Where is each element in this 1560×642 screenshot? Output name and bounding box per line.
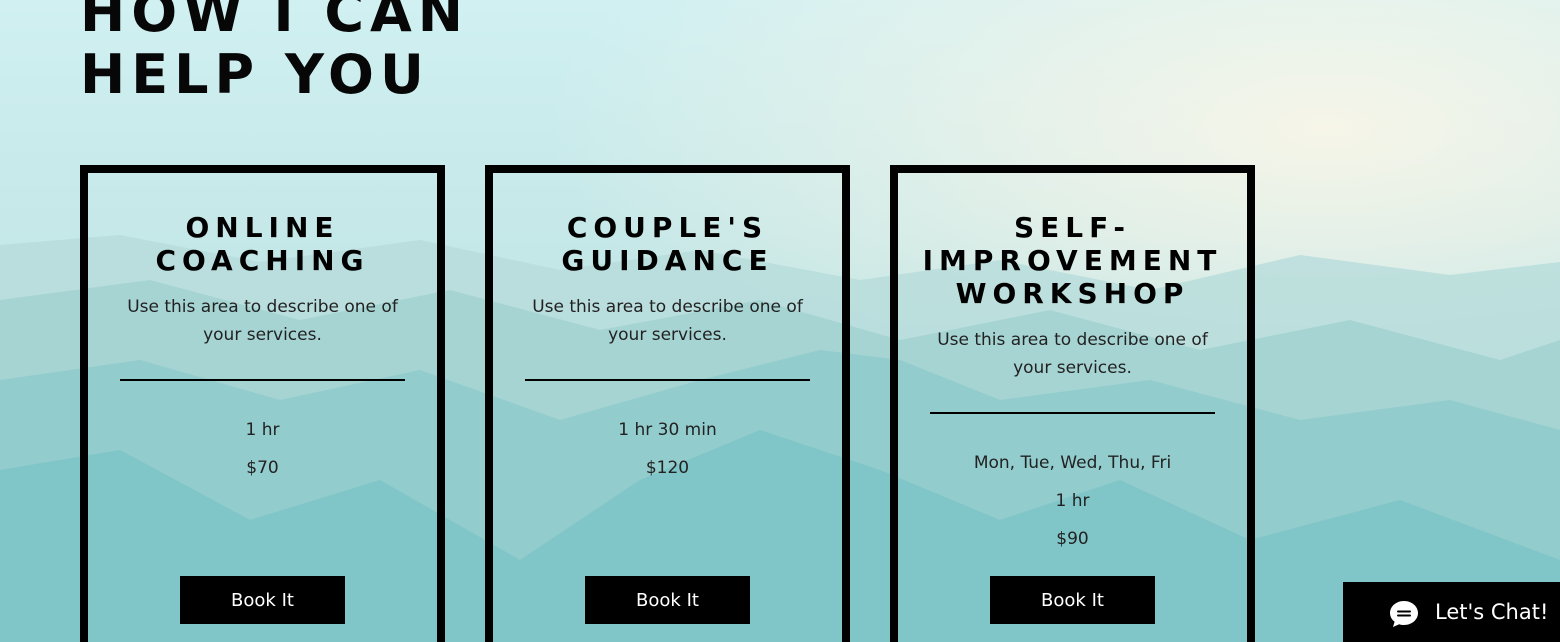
divider <box>930 412 1215 414</box>
service-duration: 1 hr <box>245 420 280 440</box>
book-it-button[interactable]: Book It <box>990 576 1155 624</box>
service-price: $90 <box>1056 529 1089 549</box>
divider <box>525 379 810 381</box>
service-card-couples-guidance: COUPLE'S GUIDANCE Use this area to descr… <box>485 165 850 642</box>
service-card-online-coaching: ONLINE COACHING Use this area to describ… <box>80 165 445 642</box>
service-description: Use this area to describe one of your se… <box>937 330 1208 378</box>
service-info: 1 hr 30 min $120 <box>618 411 716 487</box>
service-duration: 1 hr <box>1055 491 1090 511</box>
service-price: $120 <box>645 458 690 478</box>
heading-line-2: HELP YOU <box>80 43 430 106</box>
chat-label: Let's Chat! <box>1435 600 1549 624</box>
divider <box>120 379 405 381</box>
lets-chat-button[interactable]: Let's Chat! <box>1343 582 1560 642</box>
service-title: SELF-IMPROVEMENT WORKSHOP <box>922 211 1223 310</box>
service-price: $70 <box>246 458 279 478</box>
service-title: ONLINE COACHING <box>155 211 370 277</box>
section-heading: HOW I CAN HELP YOU <box>80 0 469 106</box>
service-title: COUPLE'S GUIDANCE <box>561 211 774 277</box>
service-info: 1 hr $70 <box>246 411 280 487</box>
service-card-self-improvement-workshop: SELF-IMPROVEMENT WORKSHOP Use this area … <box>890 165 1255 642</box>
service-info: Mon, Tue, Wed, Thu, Fri 1 hr $90 <box>974 444 1171 558</box>
service-description: Use this area to describe one of your se… <box>127 297 398 345</box>
book-it-button[interactable]: Book It <box>585 576 750 624</box>
service-description: Use this area to describe one of your se… <box>532 297 803 345</box>
service-days: Mon, Tue, Wed, Thu, Fri <box>973 453 1172 473</box>
service-duration: 1 hr 30 min <box>618 420 717 440</box>
heading-line-1: HOW I CAN <box>80 0 469 44</box>
chat-bubble-icon <box>1390 601 1418 627</box>
book-it-button[interactable]: Book It <box>180 576 345 624</box>
